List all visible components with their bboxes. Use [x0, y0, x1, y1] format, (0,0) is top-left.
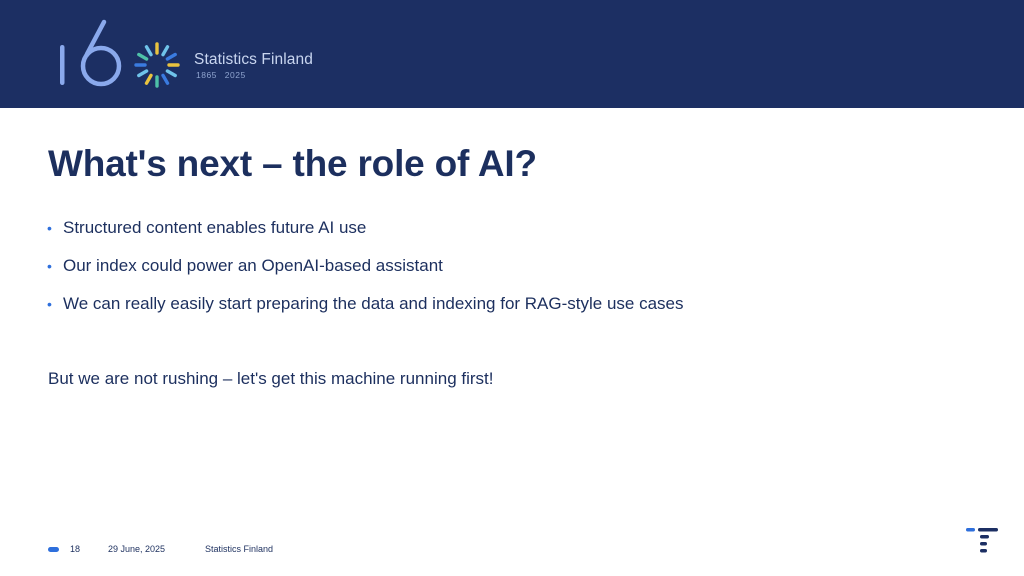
bullet-dot-icon: • [47, 258, 52, 274]
footer-date: 29 June, 2025 [108, 544, 166, 554]
bullet-list: • Structured content enables future AI u… [46, 216, 684, 330]
brand-name: Statistics Finland [194, 51, 313, 68]
bullet-text: Structured content enables future AI use [63, 218, 367, 237]
brand-years: 1865 2025 [196, 70, 246, 80]
header-band: Statistics Finland 1865 2025 [0, 0, 1024, 108]
anniversary-160-logo-icon [60, 19, 180, 88]
footer-dash-icon [48, 547, 59, 552]
bullet-item: • Our index could power an OpenAI-based … [46, 254, 684, 292]
bullet-item: • We can really easily start preparing t… [46, 292, 684, 330]
bullet-dot-icon: • [47, 220, 52, 236]
bullet-text: We can really easily start preparing the… [63, 294, 684, 313]
bullet-text: Our index could power an OpenAI-based as… [63, 256, 443, 275]
page-number: 18 [70, 544, 81, 554]
closing-statement: But we are not rushing – let's get this … [48, 369, 494, 388]
statistics-finland-logo-icon [966, 528, 998, 553]
slide-title: What's next – the role of AI? [48, 143, 537, 184]
bullet-item: • Structured content enables future AI u… [46, 216, 684, 254]
bullet-dot-icon: • [47, 296, 52, 312]
footer-organization: Statistics Finland [205, 544, 274, 554]
